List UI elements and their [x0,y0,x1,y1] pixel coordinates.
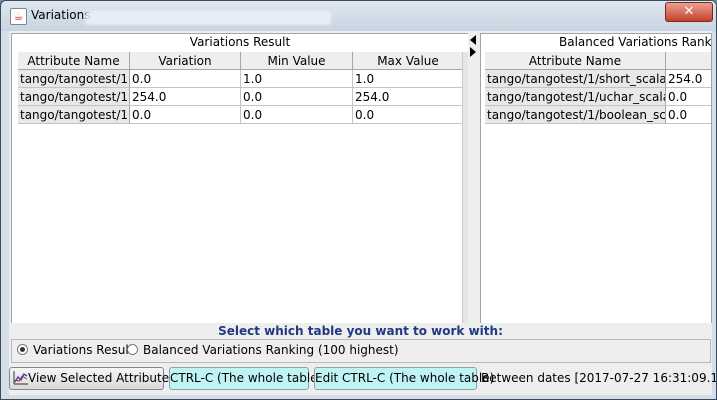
table-cell-value[interactable]: 0.0 [666,88,711,106]
window-title: Variations [31,8,91,22]
table-row-name[interactable]: tango/tangotest/1... [18,70,130,88]
collapse-right-icon[interactable] [470,47,476,57]
collapse-left-icon[interactable] [470,35,476,45]
java-cup-icon: ☕ [10,8,27,25]
ctrl-c-button[interactable]: CTRL-C (The whole table) [169,367,322,390]
split-pane-divider[interactable] [468,33,480,323]
view-selected-label: View Selected Attributes [28,371,176,385]
variations-result-title: Variations Result [189,35,291,49]
table-cell-variation[interactable]: 254.0 [130,88,241,106]
ranking-panel: Balanced Variations Ranking ( Attribute … [480,33,712,325]
date-range-text: Between dates [2017-07-27 16:31:09.192] … [481,371,716,385]
table-row-name[interactable]: tango/tangotest/1... [18,88,130,106]
blurred-subtitle [85,11,331,25]
table-cell-min[interactable]: 0.0 [241,88,353,106]
table-row-name[interactable]: tango/tangotest/1/short_scalar_... [485,70,666,88]
ranking-title: Balanced Variations Ranking ( [559,35,712,49]
table-cell-min[interactable]: 0.0 [241,106,353,124]
table-cell-value[interactable]: 0.0 [666,106,711,124]
table-cell-variation[interactable]: 0.0 [130,70,241,88]
close-button[interactable]: ✕ [665,2,713,22]
col-header-attribute-name[interactable]: Attribute Name [485,52,666,70]
radio-label-variations-result[interactable]: Variations Result [33,342,133,358]
edit-ctrl-c-button[interactable]: Edit CTRL-C (The whole table) [314,367,494,390]
col-header-attribute-name[interactable]: Attribute Name [18,52,130,70]
title-bar: ☕ Variations ✕ [1,1,716,31]
radio-balanced-ranking[interactable] [127,344,138,355]
table-row-name[interactable]: tango/tangotest/1/boolean_scal... [485,106,666,124]
radio-label-balanced-ranking[interactable]: Balanced Variations Ranking (100 highest… [143,342,399,358]
client-area: Variations Result Attribute Name Variati… [9,31,716,395]
radio-variations-result[interactable] [17,344,28,355]
col-header-max-value[interactable]: Max Value [353,52,464,70]
table-cell-variation[interactable]: 0.0 [130,106,241,124]
chart-icon [13,371,28,385]
table-row-name[interactable]: tango/tangotest/1... [18,106,130,124]
table-cell-max[interactable]: 1.0 [353,70,464,88]
variations-window: ☕ Variations ✕ Variations Result Attribu… [0,0,717,400]
view-selected-attributes-button[interactable]: View Selected Attributes [9,367,175,390]
variations-result-panel: Variations Result Attribute Name Variati… [11,33,469,325]
col-header-variation[interactable]: Variation [130,52,241,70]
table-cell-max[interactable]: 254.0 [353,88,464,106]
table-cell-max[interactable]: 0.0 [353,106,464,124]
table-cell-value[interactable]: 254.0 [666,70,711,88]
col-header-value[interactable] [666,52,711,70]
select-table-label: Select which table you want to work with… [218,324,503,338]
table-selector: Variations Result Balanced Variations Ra… [11,339,711,363]
col-header-min-value[interactable]: Min Value [241,52,353,70]
table-cell-min[interactable]: 1.0 [241,70,353,88]
bottom-controls: Select which table you want to work with… [9,323,716,395]
table-row-name[interactable]: tango/tangotest/1/uchar_scalar [485,88,666,106]
